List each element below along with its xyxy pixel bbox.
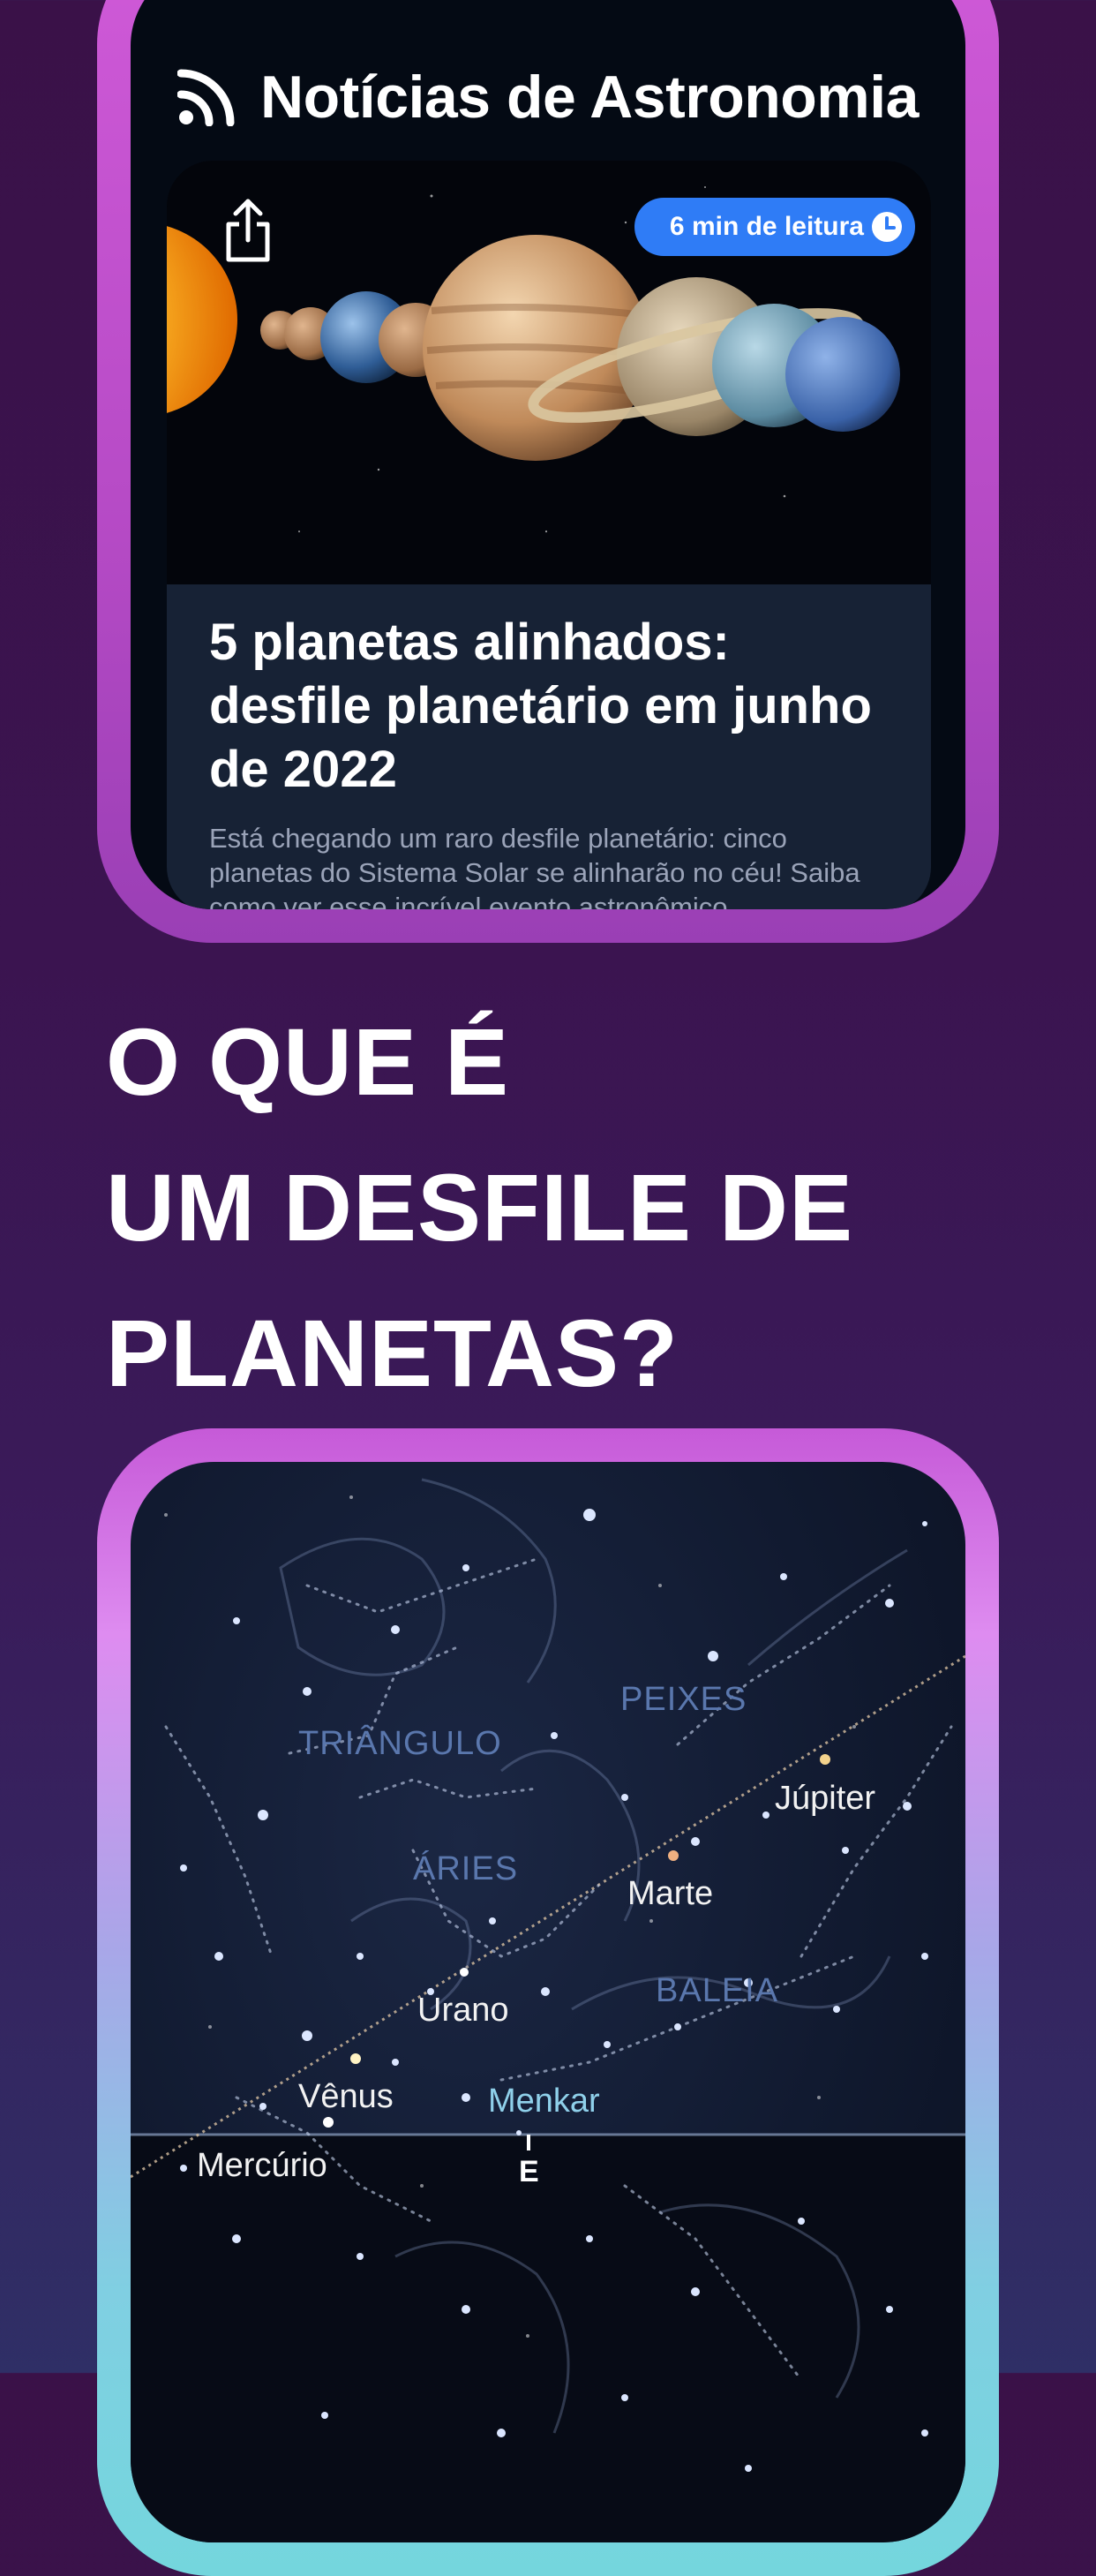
jupiter-marker: [820, 1754, 830, 1765]
constellation-label-cetus: BALEIA: [656, 1972, 779, 2009]
planet-label-mercury[interactable]: Mercúrio: [197, 2147, 327, 2185]
star-label-menkar[interactable]: Menkar: [488, 2083, 600, 2120]
mars-marker: [668, 1850, 679, 1861]
top-phone-frame: Notícias de Astronomia 6 min de leitura …: [97, 0, 999, 943]
compass-direction-east: E: [519, 2155, 539, 2188]
planet-label-uranus[interactable]: Urano: [417, 1992, 509, 2030]
uranus-marker: [460, 1968, 469, 1977]
news-screen: Notícias de Astronomia 6 min de leitura …: [131, 0, 965, 909]
article-body: 5 planetas alinhados: desfile planetário…: [209, 611, 896, 909]
planet-label-mars[interactable]: Marte: [627, 1875, 713, 1913]
sky-map[interactable]: PEIXES TRIÂNGULO ÁRIES BALEIA Júpiter Ma…: [131, 1462, 965, 2542]
article-title[interactable]: 5 planetas alinhados: desfile planetário…: [209, 611, 896, 802]
headline-line-2: UM DESFILE DE: [106, 1154, 854, 1261]
read-time-label: 6 min de leitura: [669, 212, 864, 241]
mercury-marker: [323, 2117, 334, 2128]
news-header: Notícias de Astronomia: [131, 62, 965, 132]
article-image: 6 min de leitura: [167, 161, 931, 584]
venus-marker: [350, 2053, 361, 2064]
planet-label-venus[interactable]: Vênus: [298, 2078, 394, 2116]
constellation-label-pisces: PEIXES: [620, 1681, 747, 1718]
planet-label-jupiter[interactable]: Júpiter: [775, 1780, 875, 1818]
read-time-badge: 6 min de leitura: [634, 198, 915, 256]
ground-area: [131, 2135, 965, 2542]
constellation-label-triangulum: TRIÂNGULO: [298, 1725, 502, 1762]
share-icon[interactable]: [221, 198, 274, 265]
news-article-card[interactable]: 6 min de leitura 5 planetas alinhados: d…: [167, 161, 931, 909]
sky-map-graphics: [131, 1478, 965, 2542]
headline-line-3: PLANETAS?: [106, 1299, 679, 1406]
bottom-phone-frame: PEIXES TRIÂNGULO ÁRIES BALEIA Júpiter Ma…: [97, 1428, 999, 2576]
article-description: Está chegando um raro desfile planetário…: [209, 823, 860, 909]
rss-icon: [177, 69, 235, 126]
headline: O QUE É UM DESFILE DE PLANETAS?: [106, 989, 988, 1426]
news-header-title: Notícias de Astronomia: [260, 64, 919, 131]
clock-icon: [872, 212, 902, 242]
headline-line-1: O QUE É: [106, 1008, 510, 1115]
constellation-label-aries: ÁRIES: [413, 1850, 519, 1887]
